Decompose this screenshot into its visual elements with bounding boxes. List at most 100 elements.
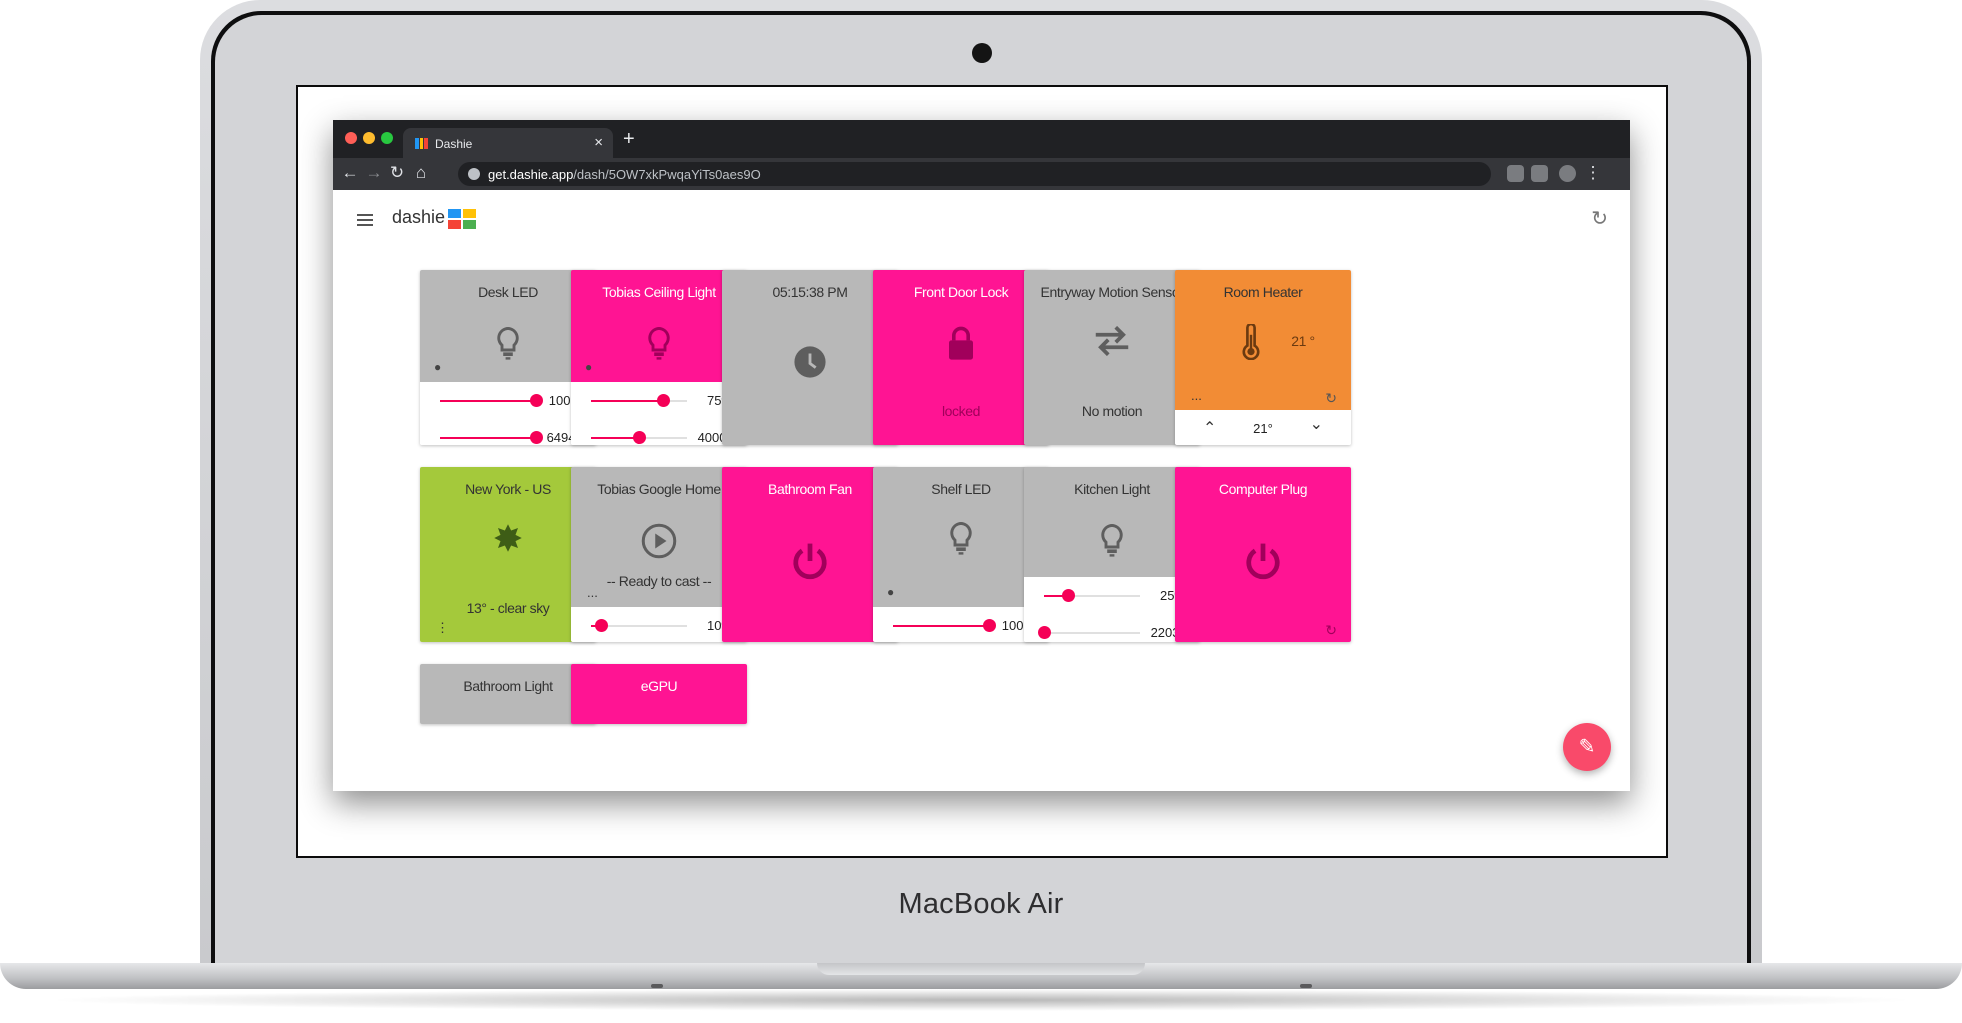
slider-thumb[interactable] (530, 394, 543, 407)
increase-temperature-button[interactable]: ⌃ (1203, 418, 1216, 438)
browser-menu-icon[interactable]: ⋮ (1582, 163, 1604, 183)
tile-title: Desk LED (478, 284, 538, 300)
tile-bathroom-light[interactable]: Bathroom Light (420, 664, 596, 724)
tile-title: Computer Plug (1218, 481, 1308, 497)
tile-title: Room Heater (1223, 284, 1303, 300)
tile-shelf-led[interactable]: Shelf LED↻●100% (873, 467, 1049, 642)
slider-fill (893, 625, 989, 627)
tile-title: Front Door Lock (913, 284, 1009, 300)
slider-thumb[interactable] (1062, 589, 1075, 602)
slider-track[interactable] (1044, 589, 1140, 602)
url-path: /dash/5OW7xkPwqaYiTs0aes9O (573, 167, 761, 182)
palette-icon[interactable]: ● (887, 585, 894, 599)
slider-track[interactable] (591, 394, 687, 407)
drive-extension-icon[interactable] (1531, 165, 1548, 182)
reload-button[interactable]: ↻ (386, 163, 408, 183)
bulb-icon (1097, 523, 1127, 559)
tile-title: Shelf LED (931, 481, 991, 497)
lock-icon (946, 326, 976, 362)
tile-tobias-google-home[interactable]: Tobias Google Home-- Ready to cast --↻..… (571, 467, 747, 642)
tile-title: Tobias Ceiling Light (602, 284, 716, 300)
slider-thumb[interactable] (594, 619, 608, 632)
power-icon (791, 542, 829, 580)
new-tab-button[interactable]: + (623, 128, 635, 151)
url-input[interactable]: get.dashie.app/dash/5OW7xkPwqaYiTs0aes9O (458, 162, 1491, 186)
more-options-icon[interactable]: ⋮ (436, 620, 449, 636)
browser-tab[interactable]: Dashie × (403, 128, 613, 158)
slider-thumb[interactable] (1038, 626, 1051, 639)
tile-new-york-us[interactable]: New York - US13° - clear sky↻⋮ (420, 467, 596, 642)
slider-thumb[interactable] (657, 394, 670, 407)
home-button[interactable]: ⌂ (410, 163, 432, 183)
tile-title: Bathroom Light (463, 678, 553, 694)
more-options-icon[interactable]: ... (587, 585, 598, 600)
tile-title: Bathroom Fan (768, 481, 852, 497)
slider-track[interactable] (440, 394, 543, 407)
tile-title: New York - US (465, 481, 551, 497)
forward-button[interactable]: → (363, 163, 385, 183)
tile-tobias-ceiling-light[interactable]: Tobias Ceiling Light↻●75%4000k (571, 270, 747, 445)
back-button[interactable]: ← (339, 163, 361, 183)
edit-fab-button[interactable]: ✎ (1563, 723, 1611, 771)
minimize-window-button[interactable] (363, 132, 375, 144)
tile-controls: 21° ⌃ ⌄ (1175, 410, 1351, 445)
slider-track[interactable] (591, 619, 687, 632)
slider-track[interactable] (1038, 626, 1140, 639)
decrease-temperature-button[interactable]: ⌄ (1310, 414, 1323, 434)
slider-row: 4000k (571, 419, 747, 445)
slider-track[interactable] (893, 619, 996, 632)
bulb-icon (946, 521, 976, 557)
tile-status: locked (941, 403, 981, 419)
slider-fill (440, 437, 536, 439)
app-header: dashie ↻ (333, 190, 1630, 250)
dashie-logo (448, 209, 476, 229)
tile-refresh-icon[interactable]: ↻ (1325, 622, 1337, 639)
more-options-icon[interactable]: ... (1191, 388, 1202, 403)
hamburger-menu-icon[interactable] (357, 214, 373, 229)
tab-title: Dashie (435, 137, 473, 151)
tile-title: eGPU (640, 678, 678, 694)
laptop-foot-right (1300, 984, 1312, 988)
sun-icon (493, 523, 523, 553)
laptop-notch (817, 963, 1145, 975)
tile-controls: 100% (873, 607, 1049, 642)
extension-icon[interactable] (1507, 165, 1524, 182)
heater-temperature: 21 ° (1291, 333, 1315, 349)
tile-05-15-38-pm[interactable]: 05:15:38 PM↻ (722, 270, 898, 445)
laptop-shadow (40, 989, 1922, 1011)
slider-fill (591, 437, 639, 439)
tile-title: Tobias Google Home (597, 481, 721, 497)
slider-thumb[interactable] (983, 619, 996, 632)
slider-thumb[interactable] (530, 431, 543, 444)
tile-bathroom-fan[interactable]: Bathroom Fan↻ (722, 467, 898, 642)
slider-track[interactable] (440, 431, 543, 444)
play-icon (641, 523, 677, 559)
slider-row: 10% (571, 607, 747, 642)
tile-controls: 100% 6494k (420, 382, 596, 445)
tile-egpu[interactable]: eGPU (571, 664, 747, 724)
profile-avatar[interactable] (1559, 165, 1576, 182)
slider-row: 6494k (420, 419, 596, 445)
maximize-window-button[interactable] (381, 132, 393, 144)
tile-controls: 75% 4000k (571, 382, 747, 445)
slider-row: 25% (1024, 577, 1200, 614)
tile-front-door-lock[interactable]: Front Door Locklocked↻ (873, 270, 1049, 445)
slider-fill (591, 400, 663, 402)
tile-entryway-motion-sensor[interactable]: Entryway Motion SensorNo motion↻ (1024, 270, 1200, 445)
site-info-icon[interactable] (468, 168, 480, 180)
slider-track[interactable] (591, 431, 687, 444)
palette-icon[interactable]: ● (434, 360, 441, 374)
tile-title: 05:15:38 PM (772, 284, 848, 300)
refresh-icon[interactable]: ↻ (1591, 206, 1608, 231)
tile-kitchen-light[interactable]: Kitchen Light↻25%2203k (1024, 467, 1200, 642)
bulb-icon (493, 326, 523, 362)
palette-icon[interactable]: ● (585, 360, 592, 374)
tile-desk-led[interactable]: Desk LED↻●100%6494k (420, 270, 596, 445)
tile-room-heater[interactable]: Room Heater 21 ° ↻... 21° ⌃ ⌄ (1175, 270, 1351, 445)
tile-computer-plug[interactable]: Computer Plug ↻ (1175, 467, 1351, 642)
slider-row: 2203k (1024, 614, 1200, 642)
close-window-button[interactable] (345, 132, 357, 144)
slider-thumb[interactable] (633, 431, 646, 444)
tile-refresh-icon[interactable]: ↻ (1325, 390, 1337, 407)
tab-close-icon[interactable]: × (594, 134, 603, 151)
